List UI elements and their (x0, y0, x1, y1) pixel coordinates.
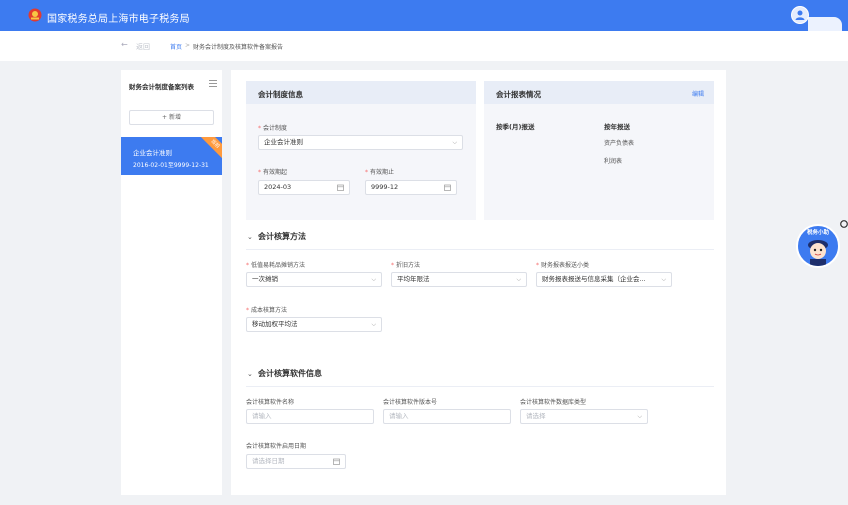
divider (246, 249, 714, 250)
user-avatar[interactable] (791, 6, 809, 24)
software-version-label: 会计核算软件版本号 (383, 399, 438, 406)
breadcrumb-home[interactable]: 首页 (170, 42, 182, 51)
software-db-label: 会计核算软件数据库类型 (520, 399, 587, 406)
collapse-chevron-icon[interactable]: ⌄ (247, 233, 253, 241)
lowvalue-method-select[interactable]: 一次摊销 ⌵ (246, 272, 382, 287)
chevron-down-icon: ⌵ (516, 276, 521, 283)
annual-report-label: 按年报送 (604, 123, 630, 131)
collapse-chevron-icon[interactable]: ⌄ (247, 370, 253, 378)
annual-report-item: 资产负债表 (604, 140, 635, 147)
mascot-icon (808, 240, 828, 266)
chevron-down-icon: ⌵ (661, 276, 666, 283)
breadcrumb-current: 财务会计制度及核算软件备案报告 (193, 44, 284, 51)
software-date-label: 会计核算软件启用日期 (246, 443, 307, 450)
accounting-system-panel: 会计制度信息 (246, 81, 476, 220)
chevron-down-icon: ⌵ (371, 276, 376, 283)
software-date-picker[interactable]: 请选择日期 (246, 454, 346, 469)
software-name-label: 会计核算软件名称 (246, 399, 295, 406)
annual-report-item: 利润表 (604, 158, 623, 165)
drag-handle-icon[interactable] (840, 220, 848, 228)
user-menu-tab[interactable] (808, 17, 842, 31)
lowvalue-label: * 低值易耗品摊销方法 (246, 262, 306, 269)
calendar-icon (333, 458, 340, 465)
cost-method-select[interactable]: 移动加权平均法 ⌵ (246, 317, 382, 332)
panel-header: 会计制度信息 (246, 81, 476, 104)
chevron-down-icon: ⌵ (371, 321, 376, 328)
calendar-icon (444, 184, 451, 191)
top-header: 国家税务总局上海市电子税务局 (0, 0, 848, 31)
software-name-input[interactable]: 请输入 (246, 409, 374, 424)
chevron-down-icon: ⌵ (637, 413, 642, 420)
report-category-select[interactable]: 财务报表报送与信息采集（企业会... ⌵ (536, 272, 672, 287)
back-arrow-icon[interactable]: ← (121, 40, 128, 49)
panel-header: 会计报表情况 编辑 (484, 81, 714, 104)
site-title: 国家税务总局上海市电子税务局 (47, 14, 190, 25)
start-date-picker[interactable]: 2024-03 (258, 180, 350, 195)
edit-reports-link[interactable]: 编辑 (692, 89, 704, 98)
sidebar-title: 财务会计制度备案列表 (129, 83, 194, 91)
monthly-report-label: 按季(月)报送 (496, 123, 535, 131)
add-record-button[interactable]: + 新增 (129, 110, 214, 125)
start-date-label: * 有效期起 (258, 169, 288, 176)
sidebar-item-record[interactable]: 企业会计准则 2016-02-01至9999-12-31 当前 (121, 137, 222, 175)
record-name: 企业会计准则 (133, 149, 172, 157)
software-db-select[interactable]: 请选择 ⌵ (520, 409, 648, 424)
panel-title: 会计报表情况 (496, 90, 541, 99)
section-title-software: 会计核算软件信息 (258, 369, 322, 378)
report-category-label: * 财务报表报送小类 (536, 262, 590, 269)
section-title-method: 会计核算方法 (258, 232, 306, 241)
financial-reports-panel: 会计报表情况 编辑 (484, 81, 714, 220)
depreciation-method-select[interactable]: 平均年限法 ⌵ (391, 272, 527, 287)
accounting-system-select[interactable]: 企业会计准则 ⌵ (258, 135, 463, 150)
current-badge: 当前 (199, 137, 222, 160)
chevron-down-icon: ⌵ (452, 139, 457, 146)
panel-title: 会计制度信息 (258, 90, 303, 99)
tax-assistant-button[interactable]: 税务小助 (796, 224, 840, 268)
end-date-picker[interactable]: 9999-12 (365, 180, 457, 195)
back-link[interactable]: 返回 (136, 42, 150, 52)
record-date-range: 2016-02-01至9999-12-31 (133, 162, 209, 169)
record-sidebar (121, 70, 222, 495)
cost-method-label: * 成本核算方法 (246, 307, 288, 314)
breadcrumb-separator: > (185, 42, 191, 49)
tax-emblem-icon (28, 8, 42, 22)
divider (246, 386, 714, 387)
calendar-icon (337, 184, 344, 191)
software-version-input[interactable]: 请输入 (383, 409, 511, 424)
assistant-label: 税务小助 (806, 230, 829, 236)
system-label: * 会计制度 (258, 125, 288, 132)
depreciation-label: * 折旧方法 (391, 262, 421, 269)
end-date-label: * 有效期止 (365, 169, 395, 176)
user-icon (795, 10, 805, 20)
list-menu-icon[interactable] (209, 80, 217, 87)
